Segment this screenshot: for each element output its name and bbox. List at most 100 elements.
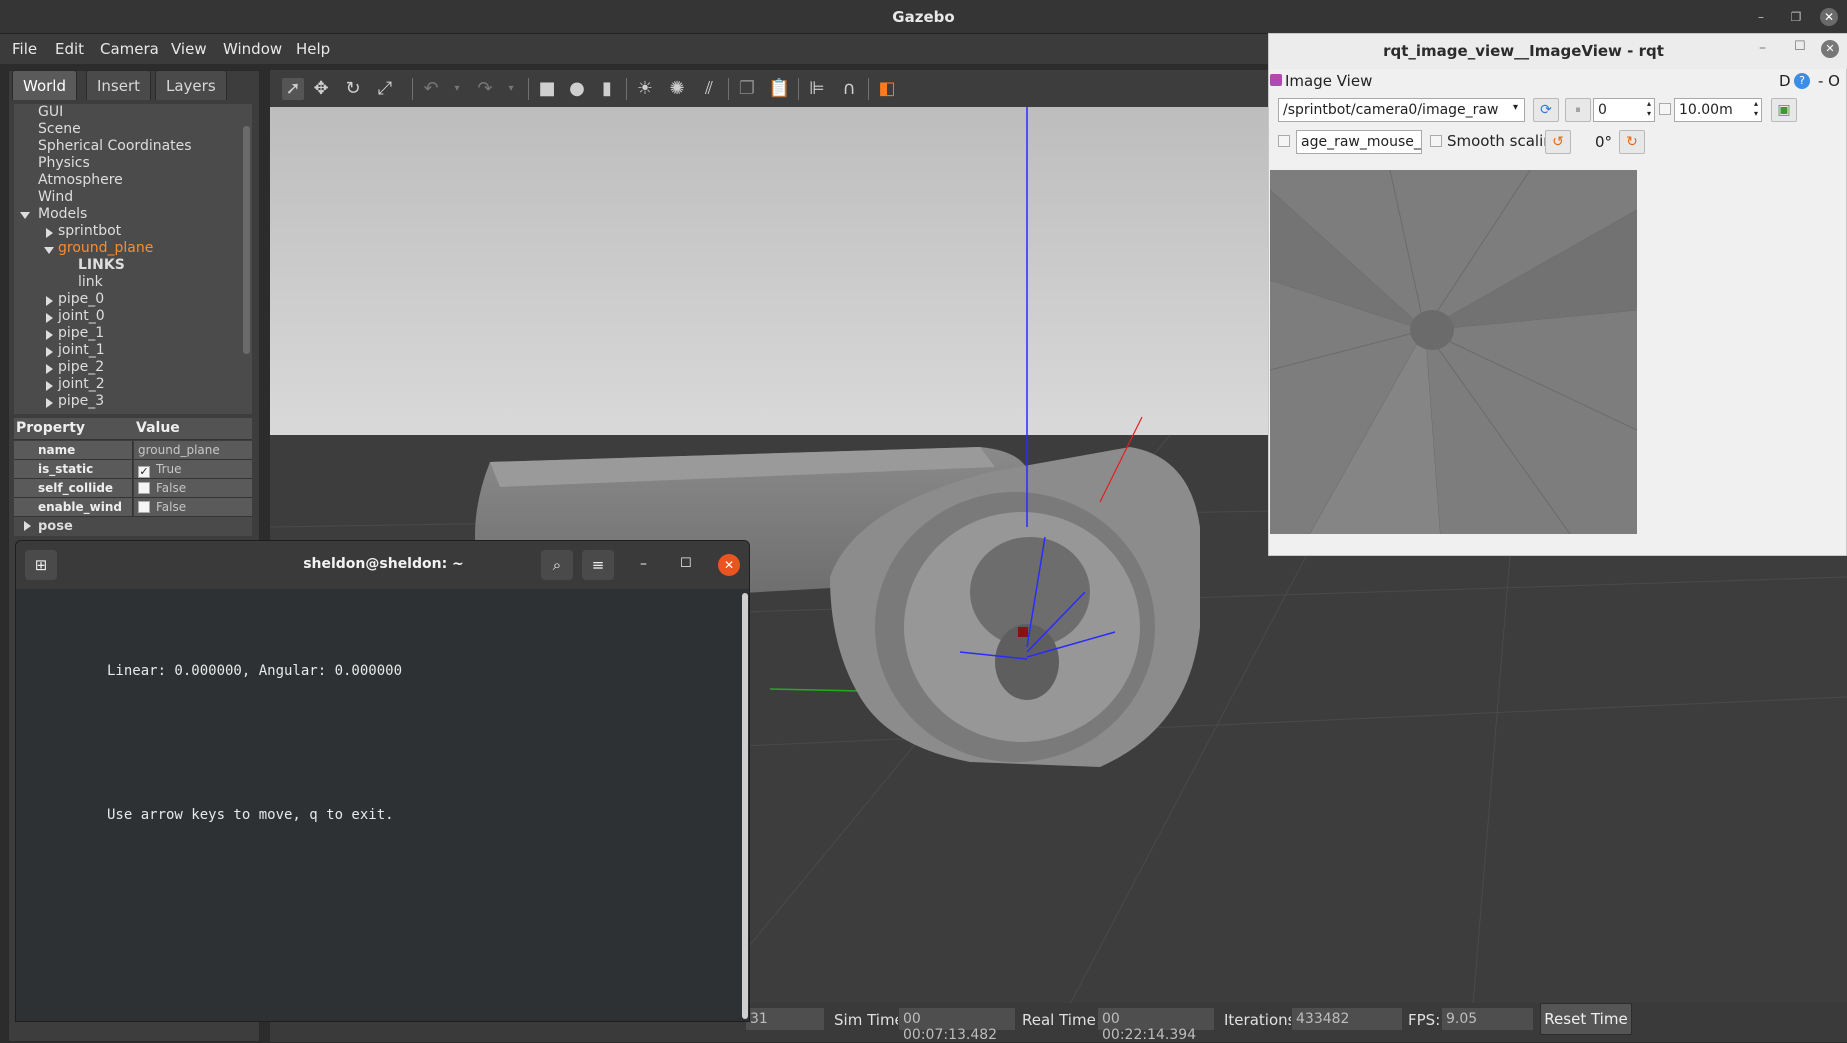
tree-item-atmosphere[interactable]: Atmosphere	[38, 172, 123, 188]
minimize-icon[interactable]: –	[640, 556, 647, 572]
redo-dropdown-icon[interactable]: ▾	[500, 78, 522, 100]
close-plugin-icon[interactable]: - O	[1818, 72, 1840, 90]
close-icon[interactable]: ✕	[1821, 40, 1839, 58]
plugin-title: Image View	[1285, 72, 1373, 90]
view-angle-icon[interactable]: ◧	[876, 78, 898, 100]
plugin-dock-button[interactable]: D	[1779, 72, 1791, 90]
spinner-arrows-icon[interactable]: ▴ ▾	[1754, 99, 1758, 119]
property-value[interactable]: ground_plane	[134, 441, 252, 460]
tree-item-pipe-0[interactable]: pipe_0	[58, 291, 104, 307]
tree-item-sprintbot[interactable]: sprintbot	[58, 223, 121, 239]
self-collide-checkbox[interactable]	[138, 482, 150, 494]
tree-item-ground-plane[interactable]: ground_plane	[58, 240, 153, 256]
menu-edit[interactable]: Edit	[55, 40, 84, 58]
expand-pose-icon[interactable]	[24, 521, 31, 531]
scale-mode-icon[interactable]: ⤢	[374, 78, 396, 100]
terminal-scrollbar[interactable]	[742, 593, 748, 1019]
menu-icon[interactable]: ≡	[582, 550, 614, 580]
expand-icon[interactable]	[46, 347, 53, 357]
reset-time-button[interactable]: Reset Time	[1540, 1003, 1632, 1035]
camera-image[interactable]	[1270, 170, 1637, 534]
tree-item-spherical-coordinates[interactable]: Spherical Coordinates	[38, 138, 192, 154]
align-icon[interactable]: ⊫	[806, 78, 828, 100]
tree-item-physics[interactable]: Physics	[38, 155, 90, 171]
tab-insert[interactable]: Insert	[86, 70, 152, 100]
expand-models-icon[interactable]	[20, 212, 30, 219]
menu-camera[interactable]: Camera	[100, 40, 159, 58]
smooth-scaling-checkbox[interactable]	[1430, 135, 1442, 147]
tab-world[interactable]: World	[12, 70, 77, 100]
translate-mode-icon[interactable]: ✥	[310, 78, 332, 100]
sphere-shape-icon[interactable]: ●	[566, 78, 588, 100]
help-icon[interactable]: ?	[1794, 73, 1810, 89]
menu-help[interactable]: Help	[296, 40, 330, 58]
is-static-checkbox[interactable]: ✓	[138, 466, 150, 478]
property-value: False	[156, 481, 187, 495]
copy-icon[interactable]: ❐	[736, 78, 758, 100]
expand-sprintbot-icon[interactable]	[46, 228, 53, 238]
pause-button[interactable]: ⏸	[1565, 98, 1591, 122]
expand-icon[interactable]	[46, 296, 53, 306]
tree-item-scene[interactable]: Scene	[38, 121, 81, 137]
cylinder-shape-icon[interactable]: ▮	[596, 78, 618, 100]
tab-layers[interactable]: Layers	[155, 70, 227, 100]
tree-item-link[interactable]: link	[78, 274, 103, 290]
expand-icon[interactable]	[46, 381, 53, 391]
search-icon[interactable]: ⌕	[541, 550, 573, 580]
tree-scrollbar[interactable]	[243, 126, 250, 354]
maximize-icon[interactable]: ☐	[680, 556, 692, 571]
spinner-arrows-icon[interactable]: ▴ ▾	[1647, 99, 1651, 119]
minimize-icon[interactable]: –	[1752, 8, 1770, 26]
tree-item-pipe-1[interactable]: pipe_1	[58, 325, 104, 341]
expand-icon[interactable]	[46, 313, 53, 323]
rotate-mode-icon[interactable]: ↻	[342, 78, 364, 100]
dynamic-range-checkbox[interactable]	[1659, 103, 1671, 115]
expand-icon[interactable]	[46, 398, 53, 408]
spot-light-icon[interactable]: ✺	[666, 78, 688, 100]
undo-dropdown-icon[interactable]: ▾	[446, 78, 468, 100]
chevron-down-icon: ▾	[1512, 102, 1518, 113]
snap-icon[interactable]: ∩	[838, 78, 860, 100]
tree-item-wind[interactable]: Wind	[38, 189, 73, 205]
paste-icon[interactable]: 📋	[768, 78, 790, 100]
menu-window[interactable]: Window	[223, 40, 282, 58]
spin-input[interactable]: 0 ▴ ▾	[1593, 98, 1655, 122]
menu-view[interactable]: View	[171, 40, 207, 58]
mouse-topic-input[interactable]: age_raw_mouse_left	[1296, 130, 1422, 154]
tree-item-gui[interactable]: GUI	[38, 104, 63, 120]
expand-icon[interactable]	[46, 364, 53, 374]
expand-icon[interactable]	[46, 330, 53, 340]
close-icon[interactable]: ✕	[718, 554, 740, 576]
tree-item-pipe-3[interactable]: pipe_3	[58, 393, 104, 409]
property-row-enable-wind: enable_wind False	[14, 498, 252, 517]
enable-wind-checkbox[interactable]	[138, 501, 150, 513]
directional-light-icon[interactable]: ⫽	[698, 78, 720, 100]
point-light-icon[interactable]: ☀	[634, 78, 656, 100]
save-image-button[interactable]: ▣	[1771, 98, 1797, 122]
undo-icon[interactable]: ↶	[420, 78, 442, 100]
refresh-topics-button[interactable]: ⟳	[1533, 98, 1559, 122]
tree-item-joint-0[interactable]: joint_0	[58, 308, 105, 324]
mouse-publish-checkbox[interactable]	[1278, 135, 1290, 147]
box-shape-icon[interactable]: ■	[536, 78, 558, 100]
restore-icon[interactable]: ❐	[1787, 8, 1805, 26]
terminal-titlebar: ⊞ sheldon@sheldon: ~ ⌕ ≡ – ☐ ✕	[16, 541, 749, 589]
tree-item-pipe-2[interactable]: pipe_2	[58, 359, 104, 375]
tree-item-joint-1[interactable]: joint_1	[58, 342, 105, 358]
rotate-right-button[interactable]: ↻	[1619, 130, 1645, 154]
property-row-pose[interactable]: pose	[14, 517, 252, 536]
select-mode-icon[interactable]: ➚	[282, 78, 304, 100]
close-icon[interactable]: ✕	[1820, 8, 1838, 26]
rotate-left-button[interactable]: ↺	[1545, 130, 1571, 154]
property-value-cell: False	[134, 479, 252, 498]
tree-item-models[interactable]: Models	[38, 206, 87, 222]
iterations-label: Iterations:	[1224, 1011, 1301, 1029]
collapse-ground-plane-icon[interactable]	[44, 247, 54, 254]
distance-input[interactable]: 10.00m ▴ ▾	[1674, 98, 1762, 122]
redo-icon[interactable]: ↷	[474, 78, 496, 100]
minimize-icon[interactable]: –	[1759, 40, 1766, 56]
menu-file[interactable]: File	[12, 40, 37, 58]
tree-item-joint-2[interactable]: joint_2	[58, 376, 105, 392]
topic-select[interactable]: /sprintbot/camera0/image_raw ▾	[1278, 98, 1525, 122]
maximize-icon[interactable]: ☐	[1794, 39, 1806, 54]
